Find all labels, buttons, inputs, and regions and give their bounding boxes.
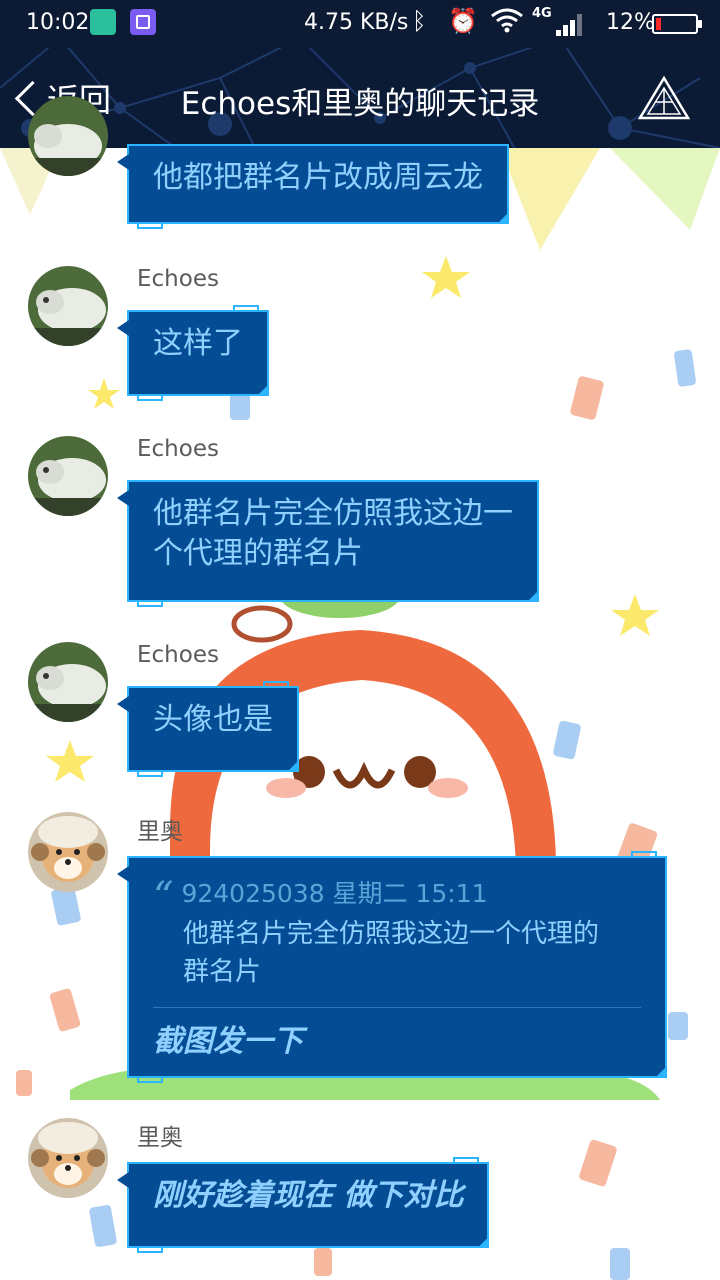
reply-message-bubble[interactable]: “924025038 星期二 15:11 他群名片完全仿照我这边一个代理的 群名…: [117, 851, 667, 1083]
battery-percent: 12%: [606, 10, 655, 35]
message-bubble[interactable]: 他都把群名片改成周云龙: [117, 144, 509, 229]
alarm-icon: ⏰: [448, 7, 478, 35]
reply-text: 截图发一下: [153, 1024, 303, 1059]
avatar[interactable]: [28, 1118, 108, 1198]
message-bubble[interactable]: 刚好趁着现在 做下对比: [116, 1157, 490, 1253]
message-text: 刚好趁着现在 做下对比: [153, 1178, 464, 1213]
battery-fill: [656, 18, 661, 30]
pyramid-menu-icon[interactable]: [636, 74, 692, 124]
status-time: 10:02: [26, 10, 90, 35]
bluetooth-icon: ᛒ: [412, 7, 427, 35]
status-bar: 10:02 4.75 KB/s ᛒ ⏰ 4G 12%: [0, 0, 720, 48]
network-type: 4G: [532, 6, 552, 21]
sender-name: 里奥: [137, 819, 183, 845]
sender-name: 里奥: [137, 1125, 183, 1151]
chat-background: [0, 148, 720, 1280]
avatar[interactable]: [28, 812, 108, 892]
signal-icon: [556, 14, 588, 36]
message-bubble[interactable]: 头像也是: [117, 681, 299, 777]
gallery-app-icon: [130, 9, 156, 35]
avatar[interactable]: [28, 96, 108, 176]
sender-name: Echoes: [137, 642, 219, 668]
battery-icon: [652, 14, 702, 34]
avatar[interactable]: [28, 266, 108, 346]
avatar[interactable]: [28, 436, 108, 516]
message-bubble[interactable]: 他群名片完全仿照我这边一 个代理的群名片: [117, 480, 539, 607]
quote-divider: [153, 1007, 641, 1008]
message-bubble[interactable]: 这样了: [117, 305, 269, 401]
quote-mark-icon: “: [153, 874, 174, 920]
quoted-message-text-line: 他群名片完全仿照我这边一个代理的: [183, 919, 600, 949]
message-text-line: 他群名片完全仿照我这边一: [153, 496, 513, 531]
quoted-message-meta: “924025038 星期二 15:11: [153, 876, 641, 917]
quoted-message-text-line: 群名片: [183, 957, 262, 987]
message-text: 这样了: [153, 326, 243, 361]
avatar[interactable]: [28, 642, 108, 722]
sender-name: Echoes: [137, 436, 219, 462]
cartoon-background-illustration: [0, 148, 720, 1280]
page-title: Echoes和里奥的聊天记录: [180, 86, 540, 122]
message-text: 头像也是: [153, 702, 273, 737]
quoted-message-info: 924025038 星期二 15:11: [181, 879, 488, 908]
chat-header: 返回 Echoes和里奥的聊天记录: [0, 48, 720, 148]
battery-saver-app-icon: [90, 9, 116, 35]
sender-name: Echoes: [137, 266, 219, 292]
message-text-line: 个代理的群名片: [153, 536, 363, 571]
network-speed: 4.75 KB/s: [304, 10, 409, 35]
message-text: 他都把群名片改成周云龙: [153, 160, 483, 195]
wifi-icon: [490, 7, 524, 39]
